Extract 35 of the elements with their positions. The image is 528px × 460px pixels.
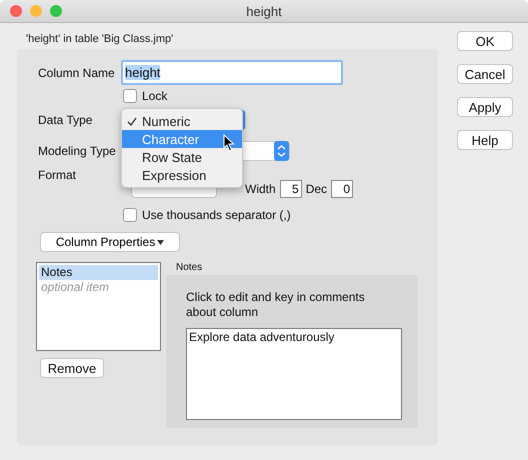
zoom-button[interactable] xyxy=(50,5,62,17)
dec-field[interactable]: 0 xyxy=(331,180,354,198)
checkbox-label: Lock xyxy=(142,89,168,103)
menu-item[interactable]: Row State xyxy=(122,148,242,166)
lock-checkbox[interactable] xyxy=(123,89,137,103)
checkbox-label: Use thousands separator (,) xyxy=(142,208,291,222)
dialog-button[interactable]: Apply xyxy=(457,97,513,117)
window-title: height xyxy=(246,4,282,18)
dialog-button[interactable]: OK xyxy=(457,31,513,51)
menu-item[interactable]: Expression xyxy=(122,166,242,184)
checkmark-icon xyxy=(127,116,137,126)
caret-icon xyxy=(157,240,164,244)
minimize-button[interactable] xyxy=(30,5,42,17)
notes-text-area[interactable]: Explore data adventurously xyxy=(186,328,402,420)
field-label: Width xyxy=(245,182,276,196)
field-label: Format xyxy=(38,168,78,182)
field-label: Dec xyxy=(306,182,328,196)
close-button[interactable] xyxy=(10,5,22,17)
dialog-button[interactable]: Cancel xyxy=(457,64,513,84)
remove-button[interactable]: Remove xyxy=(40,358,104,378)
width-field[interactable]: 5 xyxy=(280,180,302,198)
properties-list[interactable]: Notes optional item xyxy=(36,262,161,351)
pointer-icon xyxy=(223,134,235,152)
dialog-button[interactable]: Help xyxy=(457,130,513,150)
thousands-checkbox[interactable] xyxy=(123,208,137,222)
field-label: Column Name xyxy=(38,66,116,80)
column-name-field[interactable]: height xyxy=(121,60,343,85)
field-label: Modeling Type xyxy=(38,144,117,158)
field-label: Data Type xyxy=(38,113,94,127)
table-caption: 'height' in table 'Big Class.jmp' xyxy=(26,33,174,47)
column-properties-button[interactable]: Column Properties xyxy=(40,232,180,252)
selected-text: height xyxy=(125,65,160,80)
section-label: Notes xyxy=(176,262,204,274)
instruction-text: Click to edit and key in comments about column xyxy=(186,290,366,320)
list-item[interactable]: Notes xyxy=(39,265,158,280)
